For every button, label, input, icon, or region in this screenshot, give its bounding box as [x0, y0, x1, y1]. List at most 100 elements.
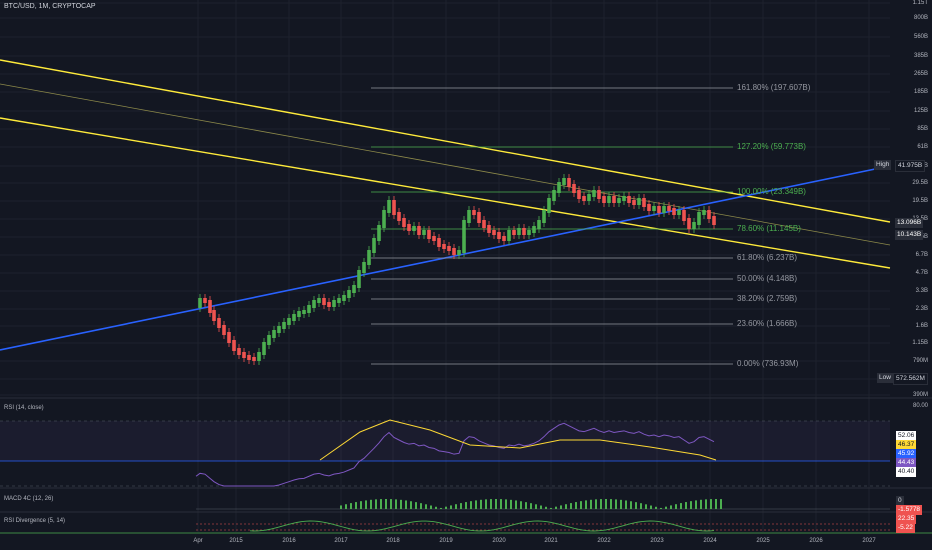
- macd-bar: [575, 502, 577, 509]
- macd-bar: [580, 501, 582, 509]
- fib-label: 0.00% (736.93M): [737, 359, 799, 368]
- candle-body: [622, 196, 626, 201]
- rsi-panel-plot: [0, 419, 890, 487]
- candle-body: [602, 196, 606, 203]
- candle-body: [607, 196, 611, 203]
- candle-body: [397, 212, 401, 221]
- candle-body: [377, 225, 381, 241]
- macd-bar: [475, 500, 477, 509]
- candle-body: [507, 230, 511, 241]
- macd-bar: [590, 499, 592, 509]
- price-tick: 385B: [913, 53, 928, 59]
- macd-bar: [395, 499, 397, 509]
- candle-body: [307, 305, 311, 313]
- price-tick: 2.3B: [915, 306, 928, 312]
- candle-body: [517, 228, 521, 235]
- fib-label: 50.00% (4.148B): [737, 274, 798, 283]
- low-marker-value: 572.562M: [893, 373, 928, 385]
- macd-bar: [425, 504, 427, 509]
- candle-body: [272, 330, 276, 338]
- candle-body: [337, 298, 341, 303]
- macd-bar: [375, 499, 377, 509]
- macd-panel-plot: [196, 499, 890, 510]
- macd-bar: [545, 506, 547, 509]
- macd-bar: [515, 500, 517, 509]
- macd-bar: [655, 506, 657, 509]
- macd-bar: [665, 506, 667, 509]
- candle-body: [632, 200, 636, 205]
- macd-bar: [455, 504, 457, 509]
- macd-bar: [695, 500, 697, 509]
- candle-body: [427, 230, 431, 239]
- candle-body: [417, 226, 421, 235]
- candle-body: [287, 318, 291, 325]
- rsi-divergence-plot: [0, 520, 932, 534]
- time-tick: 2018: [386, 538, 400, 544]
- fib-label: 100.00% (23.349B): [737, 187, 806, 196]
- macd-bar: [410, 501, 412, 509]
- candle-body: [277, 326, 281, 333]
- price-tick: 1.15T: [912, 0, 928, 6]
- macd-bar: [390, 499, 392, 509]
- time-tick: 2024: [703, 538, 717, 544]
- macd-bar: [600, 499, 602, 509]
- macd-bar: [440, 507, 442, 509]
- macd-bar: [400, 499, 402, 509]
- candle-body: [212, 310, 216, 321]
- macd-bar: [595, 499, 597, 509]
- price-tick: 125B: [913, 108, 928, 114]
- candle-body: [647, 204, 651, 211]
- macd-bar: [705, 499, 707, 509]
- macd-bar: [420, 503, 422, 509]
- candle-body: [667, 206, 671, 211]
- macd-bar: [670, 505, 672, 509]
- time-tick: 2015: [229, 538, 243, 544]
- macd-bar: [685, 502, 687, 509]
- time-tick: 2016: [282, 538, 296, 544]
- candle-body: [442, 244, 446, 249]
- rsi-value-5: 40.40: [896, 467, 917, 477]
- macd-bar: [535, 504, 537, 509]
- rsi-divergence-label[interactable]: RSI Divergence (5, 14): [4, 518, 65, 524]
- macd-bar: [605, 499, 607, 509]
- candle-body: [567, 178, 571, 187]
- candle-body: [327, 302, 331, 307]
- candle-body: [497, 232, 501, 239]
- rsi-div-value-2: -5.22: [896, 523, 915, 533]
- candle-body: [652, 206, 656, 211]
- macd-bar: [505, 499, 507, 509]
- candle-body: [542, 210, 546, 223]
- symbol-title[interactable]: BTC/USD, 1M, CRYPTOCAP: [4, 3, 96, 10]
- candle-body: [352, 285, 356, 293]
- time-tick: 2020: [492, 538, 506, 544]
- price-tick: 800B: [913, 15, 928, 21]
- candle-body: [257, 352, 261, 361]
- time-tick: 2019: [439, 538, 453, 544]
- macd-bar: [405, 500, 407, 509]
- macd-bar: [365, 500, 367, 509]
- candle-body: [472, 210, 476, 215]
- macd-bar: [625, 500, 627, 509]
- rsi-axis-top: 80.00: [912, 403, 928, 409]
- candle-body: [372, 238, 376, 253]
- candle-body: [577, 190, 581, 199]
- macd-bar: [430, 505, 432, 509]
- candle-body: [457, 250, 461, 255]
- macd-bar: [540, 505, 542, 509]
- macd-bar: [720, 499, 722, 509]
- macd-bar: [520, 501, 522, 509]
- candle-body: [452, 248, 456, 255]
- macd-indicator-label[interactable]: MACD 4C (12, 26): [4, 496, 53, 502]
- macd-bar: [700, 499, 702, 509]
- candle-body: [232, 340, 236, 351]
- macd-bar: [525, 502, 527, 509]
- candle-body: [617, 198, 621, 203]
- price-tick: 29.5B: [912, 180, 928, 186]
- macd-bar: [530, 503, 532, 509]
- macd-bar: [415, 502, 417, 509]
- candle-body: [552, 190, 556, 201]
- rsi-indicator-label[interactable]: RSI (14, close): [4, 405, 44, 411]
- macd-bar: [645, 504, 647, 509]
- candle-body: [462, 220, 466, 253]
- macd-bar: [360, 501, 362, 509]
